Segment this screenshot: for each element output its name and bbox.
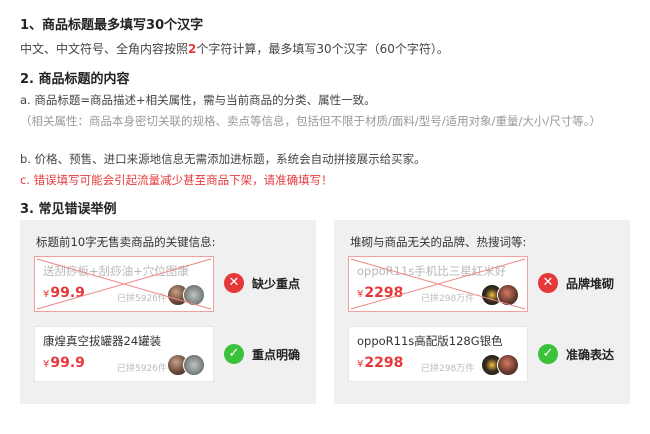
strike-cross-icon — [350, 258, 526, 310]
section2-item-b: b. 价格、预售、进口来源地信息无需添加进标题，系统会自动拼接展示给买家。 — [20, 152, 426, 166]
good-status: ✓ 重点明确 — [224, 344, 314, 364]
section1-text: 中文、中文符号、全角内容按照2个字符计算，最多填写30个汉字（60个字符）。 — [20, 40, 449, 57]
check-circle-icon: ✓ — [224, 344, 244, 364]
product-title: 康煌真空拔罐器24罐装 — [43, 334, 162, 348]
price-value: 99.9 — [50, 355, 85, 371]
good-example-card: oppoR11s高配版128G银色 ¥2298 已拼298万件 — [348, 326, 528, 382]
sold-count: 已拼5926件 — [117, 364, 167, 374]
example-panel-title: 堆砌与商品无关的品牌、热搜词等: — [350, 235, 527, 249]
x-circle-icon: ✕ — [224, 273, 244, 293]
section3-heading: 3. 常见错误举例 — [20, 202, 117, 217]
currency-symbol: ¥ — [43, 359, 50, 370]
bad-status: ✕ 品牌堆砌 — [538, 273, 628, 293]
sold-count: 已拼298万件 — [421, 364, 475, 374]
bad-example-card: 送刮痧板+刮痧油+穴位图康 ¥99.9 已拼5926件 — [34, 256, 214, 312]
product-price: ¥2298 — [357, 355, 403, 371]
buyer-avatars — [167, 354, 207, 376]
bad-example-card: oppoR11s手机比三星红米好 ¥2298 已拼298万件 — [348, 256, 528, 312]
strike-cross-icon — [36, 258, 212, 310]
section2-item-a: a. 商品标题=商品描述+相关属性，需与当前商品的分类、属性一致。 — [20, 93, 376, 107]
example-panel-right: 堆砌与商品无关的品牌、热搜词等: oppoR11s手机比三星红米好 ¥2298 … — [334, 220, 630, 404]
section2-heading: 2. 商品标题的内容 — [20, 72, 130, 87]
good-status: ✓ 准确表达 — [538, 344, 628, 364]
avatar — [497, 354, 519, 376]
check-circle-icon: ✓ — [538, 344, 558, 364]
status-label: 重点明确 — [252, 348, 301, 362]
section1-text-before: 中文、中文符号、全角内容按照 — [20, 42, 189, 56]
section2-item-c: c. 错误填写可能会引起流量减少甚至商品下架，请准确填写！ — [20, 173, 333, 187]
status-label: 准确表达 — [566, 348, 615, 362]
example-panel-left: 标题前10字无售卖商品的关键信息: 送刮痧板+刮痧油+穴位图康 ¥99.9 已拼… — [20, 220, 316, 404]
x-circle-icon: ✕ — [538, 273, 558, 293]
status-label: 缺少重点 — [252, 277, 301, 291]
good-example-card: 康煌真空拔罐器24罐装 ¥99.9 已拼5926件 — [34, 326, 214, 382]
currency-symbol: ¥ — [357, 359, 364, 370]
product-price: ¥99.9 — [43, 355, 85, 371]
price-value: 2298 — [364, 355, 404, 371]
example-panel-title: 标题前10字无售卖商品的关键信息: — [36, 235, 216, 249]
status-label: 品牌堆砌 — [566, 277, 615, 291]
section1-heading: 1、商品标题最多填写30个汉字 — [20, 18, 204, 33]
product-title: oppoR11s高配版128G银色 — [357, 334, 503, 348]
buyer-avatars — [481, 354, 521, 376]
avatar — [183, 354, 205, 376]
section1-text-after: 个字符计算，最多填写30个汉字（60个字符）。 — [196, 42, 449, 56]
section2-item-a-note: （相关属性：商品本身密切关联的规格、卖点等信息，包括但不限于材质/面料/型号/适… — [20, 114, 601, 128]
bad-status: ✕ 缺少重点 — [224, 273, 314, 293]
